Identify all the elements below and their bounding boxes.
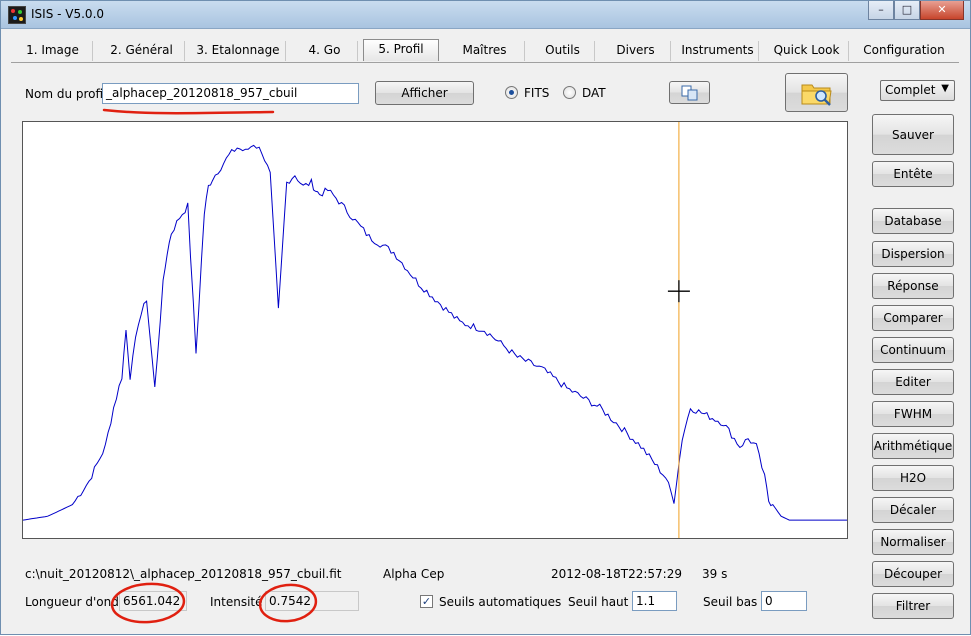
- underline-annotation: [102, 108, 275, 115]
- exposure-time: 39 s: [702, 567, 728, 581]
- crosshair-cursor-icon: [667, 280, 690, 303]
- compare-button[interactable]: Comparer: [872, 305, 954, 331]
- folder-search-icon: [801, 84, 832, 106]
- file-path: c:\nuit_20120812\_alphacep_20120818_957_…: [25, 567, 342, 581]
- auto-threshold-label: Seuils automatiques: [439, 595, 562, 609]
- dat-label: DAT: [582, 86, 606, 100]
- spectrum-line: [22, 144, 847, 521]
- arithmetic-button[interactable]: Arithmétique: [872, 433, 954, 459]
- fits-label: FITS: [524, 86, 550, 100]
- app-logo-icon: [8, 6, 26, 24]
- tab-image[interactable]: 1. Image: [13, 41, 93, 61]
- wavelength-label: Longueur d'onde :: [25, 595, 135, 609]
- mode-select-value: Complet: [885, 83, 936, 97]
- window-title: ISIS - V5.0.0: [31, 7, 105, 21]
- title-bar[interactable]: ISIS - V5.0.0 – □ ✕: [1, 1, 970, 29]
- show-button[interactable]: Afficher: [375, 81, 474, 105]
- maximize-icon[interactable]: □: [894, 1, 920, 20]
- response-button[interactable]: Réponse: [872, 273, 954, 299]
- minimize-icon[interactable]: –: [868, 1, 894, 20]
- tab-profile[interactable]: 5. Profil: [363, 39, 439, 61]
- spectrum-plot[interactable]: [22, 121, 848, 539]
- header-button[interactable]: Entête: [872, 161, 954, 187]
- open-file-button[interactable]: [785, 73, 848, 112]
- crop-button[interactable]: Découper: [872, 561, 954, 587]
- window-controls: – □ ✕: [868, 1, 964, 21]
- object-name: Alpha Cep: [383, 567, 445, 581]
- copy-icon: [681, 85, 697, 100]
- low-threshold-input[interactable]: 0: [761, 591, 807, 611]
- fwhm-button[interactable]: FWHM: [872, 401, 954, 427]
- filter-button[interactable]: Filtrer: [872, 593, 954, 619]
- tab-calibration[interactable]: 3. Etalonnage: [191, 41, 286, 61]
- intensity-field: 0.7542: [265, 591, 359, 611]
- normalize-button[interactable]: Normaliser: [872, 529, 954, 555]
- chevron-down-icon: ▼: [941, 83, 949, 94]
- close-icon[interactable]: ✕: [920, 1, 964, 20]
- tab-general[interactable]: 2. Général: [99, 41, 185, 61]
- observation-datetime: 2012-08-18T22:57:29: [551, 567, 682, 581]
- mode-select[interactable]: Complet ▼: [880, 80, 955, 101]
- app-window: ISIS - V5.0.0 – □ ✕ 1. Image 2. Général …: [0, 0, 971, 635]
- high-threshold-input[interactable]: 1.1: [632, 591, 677, 611]
- h2o-button[interactable]: H2O: [872, 465, 954, 491]
- spectrum-chart: [22, 122, 847, 538]
- shift-button[interactable]: Décaler: [872, 497, 954, 523]
- profile-name-label: Nom du profil :: [25, 87, 115, 101]
- tab-masters[interactable]: Maîtres: [445, 41, 525, 61]
- wavelength-field: 6561.042: [119, 591, 187, 611]
- edit-button[interactable]: Editer: [872, 369, 954, 395]
- tab-go[interactable]: 4. Go: [292, 41, 358, 61]
- tab-bar: 1. Image 2. Général 3. Etalonnage 4. Go …: [11, 37, 959, 63]
- continuum-button[interactable]: Continuum: [872, 337, 954, 363]
- fits-radio[interactable]: [505, 86, 518, 99]
- dispersion-button[interactable]: Dispersion: [872, 241, 954, 267]
- database-button[interactable]: Database: [872, 208, 954, 234]
- dat-radio[interactable]: [563, 86, 576, 99]
- tab-misc[interactable]: Divers: [601, 41, 671, 61]
- tab-tools[interactable]: Outils: [531, 41, 595, 61]
- tab-quick-look[interactable]: Quick Look: [765, 41, 849, 61]
- low-threshold-label: Seuil bas :: [703, 595, 766, 609]
- profile-name-input[interactable]: _alphacep_20120818_957_cbuil: [102, 83, 359, 104]
- save-button[interactable]: Sauver: [872, 114, 954, 155]
- auto-threshold-checkbox[interactable]: ✓: [420, 595, 433, 608]
- intensity-label: Intensité :: [210, 595, 271, 609]
- tab-instruments[interactable]: Instruments: [677, 41, 759, 61]
- copy-button[interactable]: [669, 81, 710, 104]
- high-threshold-label: Seuil haut :: [568, 595, 637, 609]
- tab-configuration[interactable]: Configuration: [855, 41, 953, 61]
